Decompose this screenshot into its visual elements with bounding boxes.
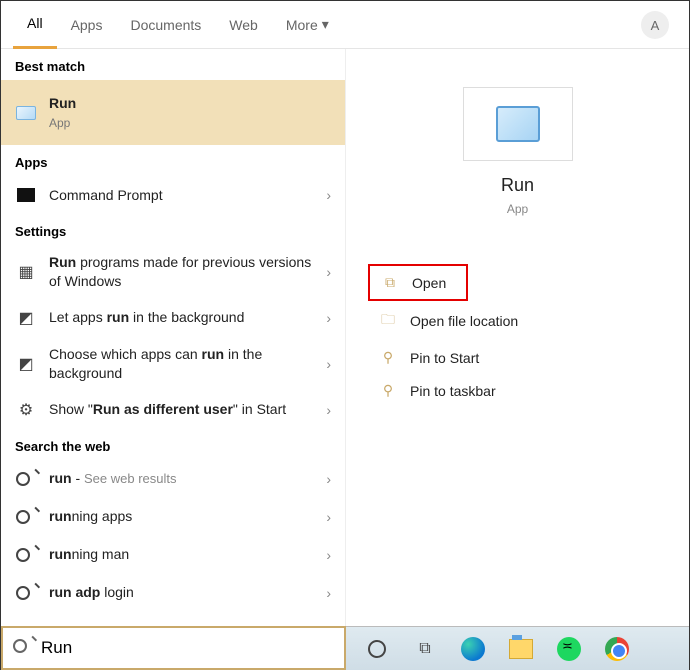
result-title: Let apps run in the background [49,308,326,327]
action-label: Open file location [410,313,518,329]
action-label: Open [412,275,446,291]
result-setting-compat[interactable]: ▦ Run programs made for previous version… [1,245,345,299]
chevron-right-icon: › [326,264,331,280]
action-pin-start[interactable]: ⚲ Pin to Start [368,341,673,374]
result-title: run adp login [49,583,326,602]
user-avatar[interactable]: A [641,11,669,39]
run-icon [496,106,540,142]
search-box[interactable] [1,626,346,670]
search-icon [15,544,37,566]
chevron-down-icon: ▾ [322,16,329,33]
tab-documents[interactable]: Documents [116,1,215,49]
chevron-right-icon: › [326,471,331,487]
chevron-right-icon: › [326,509,331,525]
filter-tabs: All Apps Documents Web More▾ A [1,1,689,49]
tab-apps[interactable]: Apps [57,1,117,49]
chevron-right-icon: › [326,356,331,372]
chevron-right-icon: › [326,310,331,326]
chevron-right-icon: › [326,187,331,203]
result-command-prompt[interactable]: Command Prompt › [1,176,345,214]
result-subtitle: App [49,115,331,131]
actions-list: ⧉ Open 🗀 Open file location ⚲ Pin to Sta… [362,264,673,407]
result-title: Command Prompt [49,186,326,205]
folder-icon: 🗀 [378,309,398,333]
tab-all[interactable]: All [13,1,57,49]
pin-icon: ⚲ [378,382,398,399]
result-web-running-man[interactable]: running man › [1,536,345,574]
result-setting-choose-bg[interactable]: ◩ Choose which apps can run in the backg… [1,337,345,391]
cortana-icon[interactable] [364,636,390,662]
results-panel: Best match Run App Apps Command Prompt ›… [1,49,346,626]
result-title: Choose which apps can run in the backgro… [49,345,326,383]
search-icon [15,468,37,490]
preview-tile [463,87,573,161]
search-icon [15,506,37,528]
action-open[interactable]: ⧉ Open [368,264,468,301]
result-web-running-apps[interactable]: running apps › [1,498,345,536]
result-title: run - See web results [49,469,326,488]
spotify-icon[interactable] [556,636,582,662]
chevron-right-icon: › [326,585,331,601]
open-icon: ⧉ [380,274,400,291]
result-title: running apps [49,507,326,526]
action-label: Pin to Start [410,350,479,366]
tab-more[interactable]: More▾ [272,1,343,49]
action-label: Pin to taskbar [410,383,496,399]
edge-icon[interactable] [460,636,486,662]
taskbar: ⧉ [346,626,689,670]
result-web-run[interactable]: run - See web results › [1,460,345,498]
result-run-app[interactable]: Run App [1,80,345,145]
tab-web[interactable]: Web [215,1,272,49]
task-view-icon[interactable]: ⧉ [412,636,438,662]
result-title: Show "Run as different user" in Start [49,400,326,419]
section-web: Search the web [1,429,345,460]
result-title: Run programs made for previous versions … [49,253,326,291]
settings-icon: ▦ [15,261,37,283]
file-explorer-icon[interactable] [508,636,534,662]
action-pin-taskbar[interactable]: ⚲ Pin to taskbar [368,374,673,407]
action-open-location[interactable]: 🗀 Open file location [368,301,673,341]
search-icon [15,582,37,604]
chrome-icon[interactable] [604,636,630,662]
preview-title: Run [362,175,673,196]
pin-icon: ⚲ [378,349,398,366]
result-setting-bg-apps[interactable]: ◩ Let apps run in the background › [1,299,345,337]
preview-panel: Run App ⧉ Open 🗀 Open file location ⚲ Pi… [346,49,689,626]
section-settings: Settings [1,214,345,245]
settings-icon: ◩ [15,307,37,329]
settings-icon: ◩ [15,353,37,375]
terminal-icon [15,184,37,206]
result-title: Run [49,94,331,113]
section-apps: Apps [1,145,345,176]
result-title: running man [49,545,326,564]
section-best-match: Best match [1,49,345,80]
result-web-run-adp[interactable]: run adp login › [1,574,345,612]
search-icon [13,639,33,657]
preview-subtitle: App [362,202,673,216]
chevron-right-icon: › [326,402,331,418]
chevron-right-icon: › [326,547,331,563]
run-icon [15,102,37,124]
search-input[interactable] [41,638,334,658]
result-setting-diff-user[interactable]: ⚙ Show "Run as different user" in Start … [1,391,345,429]
settings-icon: ⚙ [15,399,37,421]
